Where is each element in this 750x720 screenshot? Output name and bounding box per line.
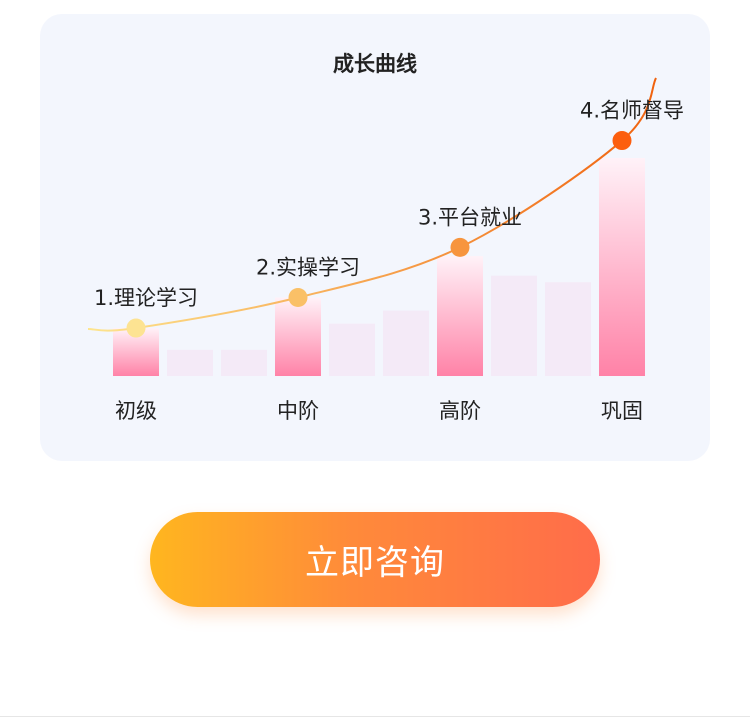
milestone-dot bbox=[126, 318, 146, 338]
milestone-dot bbox=[450, 237, 470, 257]
growth-chart: 1.理论学习 2.实操学习 3.平台就业 4.名师督导 初级 中阶 高阶 巩固 bbox=[87, 77, 684, 423]
bar bbox=[221, 349, 267, 376]
bar-highlighted bbox=[275, 297, 321, 376]
bottom-divider bbox=[0, 716, 750, 717]
bar bbox=[491, 275, 537, 376]
consult-now-button[interactable]: 立即咨询 bbox=[150, 512, 600, 607]
milestone-label: 1.理论学习 bbox=[94, 286, 198, 310]
category-label: 巩固 bbox=[601, 399, 643, 423]
milestone-dot bbox=[288, 288, 308, 308]
bar-highlighted bbox=[437, 256, 483, 376]
bar bbox=[167, 349, 213, 376]
category-label: 初级 bbox=[115, 399, 157, 423]
bar bbox=[383, 310, 429, 376]
milestone-label: 4.名师督导 bbox=[580, 99, 684, 123]
milestone-dot bbox=[612, 131, 632, 151]
category-label: 高阶 bbox=[439, 399, 481, 423]
bar bbox=[329, 323, 375, 376]
milestone-label: 2.实操学习 bbox=[256, 256, 360, 280]
bar-highlighted bbox=[599, 158, 645, 376]
category-label: 中阶 bbox=[277, 399, 319, 423]
milestone-label: 3.平台就业 bbox=[418, 205, 522, 229]
bar bbox=[545, 282, 591, 376]
